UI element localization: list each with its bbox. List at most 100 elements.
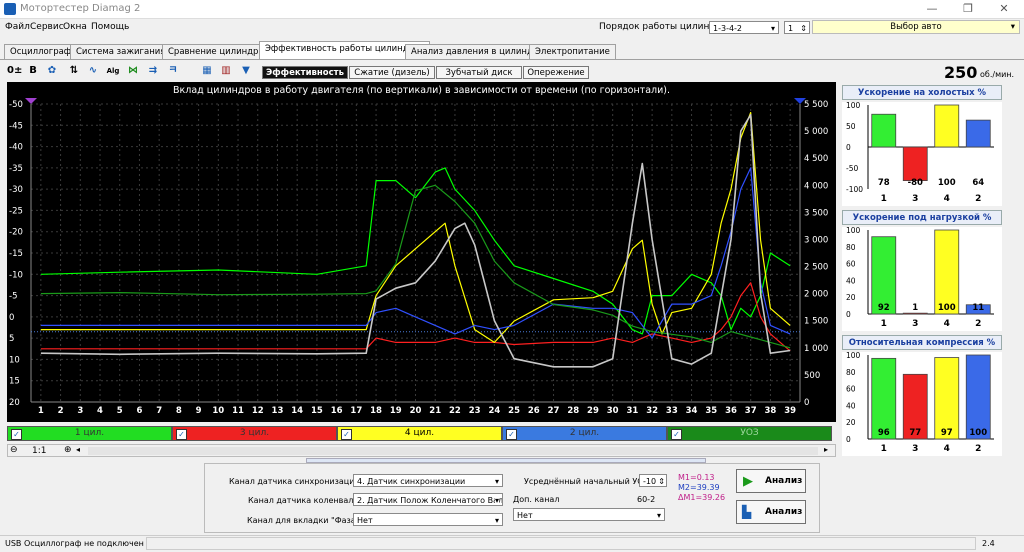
grid-icon[interactable]: ▦	[200, 64, 214, 78]
panel-category-label: 4	[944, 444, 950, 454]
chevron-down-icon: ▾	[494, 477, 499, 486]
analyze-label-2: Анализ	[765, 507, 803, 517]
cylinder-label: УОЗ	[740, 428, 759, 438]
x-tick-label: 31	[626, 406, 638, 416]
auto-select[interactable]: Выбор авто ▾	[812, 20, 1020, 34]
funnel-icon[interactable]: ▼	[239, 64, 253, 78]
x-tick-label: 36	[725, 406, 737, 416]
zoom-out-icon[interactable]: ⊖	[10, 445, 18, 455]
dop-select[interactable]: Нет ▾	[513, 508, 665, 521]
y-left-tick-label: -40	[9, 143, 23, 153]
horizontal-scrollbar[interactable]	[88, 447, 818, 455]
menu-service[interactable]: Сервис	[30, 22, 64, 32]
crank-value: 2. Датчик Полож Коленчатого Вал	[357, 496, 503, 505]
rpm-unit: об./мин.	[980, 70, 1015, 79]
subtab-compression[interactable]: Сжатие (дизель)	[349, 66, 435, 79]
uoz-label: Усреднённый начальный УОЗ	[524, 477, 649, 486]
graph-icon[interactable]: ∿	[86, 64, 100, 78]
cylinder-toggle[interactable]: ✓ 2 цил.	[502, 426, 667, 441]
fork-icon[interactable]: ㅋ	[166, 64, 180, 78]
menu-file[interactable]: Файл	[5, 22, 30, 32]
analyze-button-1[interactable]: ▶ Анализ	[736, 469, 806, 493]
y-right-tick-label: 5 500	[804, 100, 828, 110]
analyze-button-2[interactable]: ▙ Анализ	[736, 500, 806, 524]
cylinder-toggle[interactable]: ✓ 4 цил.	[337, 426, 502, 441]
subtab-gear-disk[interactable]: Зубчатый диск	[436, 66, 522, 79]
grid-lines	[31, 103, 800, 403]
y-right-tick-label: 4 000	[804, 181, 828, 191]
y-left-tick-label: 10	[9, 355, 20, 365]
panel-y-tick: 0	[846, 435, 851, 444]
tab-ignition[interactable]: Система зажигания	[70, 44, 172, 59]
fraction-icon[interactable]: ⇅	[67, 64, 81, 78]
panel-bar-value: 97	[941, 428, 953, 438]
panel-bar	[902, 312, 928, 315]
x-tick-label: 8	[176, 406, 182, 416]
panel-bar-chart: 100 80 60 40 20 0 96 1 77 3 97 4 100 2	[842, 351, 1002, 456]
cylinder-spinner[interactable]: 1 ⇕	[784, 21, 810, 34]
menu-help[interactable]: Помощь	[91, 22, 129, 32]
scroll-left-icon[interactable]: ◂	[76, 445, 80, 454]
x-tick-label: 33	[666, 406, 678, 416]
zoom-ratio: 1:1	[32, 446, 47, 456]
panel-bar-value: 100	[938, 303, 956, 313]
panel-category-label: 3	[912, 319, 918, 329]
uoz-value: -10	[643, 477, 657, 486]
y-left-tick-label: -50	[9, 100, 23, 110]
subtab-advance[interactable]: Опережение	[523, 66, 589, 79]
cylinder-toggle[interactable]: ✓ 1 цил.	[7, 426, 172, 441]
zero-icon[interactable]: 0±	[7, 64, 22, 78]
panel-category-label: 3	[912, 444, 918, 454]
x-tick-label: 4	[97, 406, 103, 416]
crank-select[interactable]: 2. Датчик Полож Коленчатого Вал ▾	[353, 493, 503, 506]
zoom-in-icon[interactable]: ⊕	[64, 445, 72, 455]
x-tick-label: 11	[232, 406, 244, 416]
tab-oscilloscope[interactable]: Осциллограф	[4, 44, 78, 59]
tab-cylinder-compare[interactable]: Сравнение цилиндров	[162, 44, 275, 59]
cylinder-label: 3 цил.	[239, 428, 270, 438]
panel-category-label: 1	[881, 444, 887, 454]
y-right-tick-label: 5 000	[804, 127, 828, 137]
bars-icon[interactable]: ▥	[219, 64, 233, 78]
alg-icon[interactable]: Alg	[106, 64, 120, 78]
phase-select[interactable]: Нет ▾	[353, 513, 503, 526]
panel-y-tick: 60	[846, 260, 856, 269]
uoz-spinner[interactable]: -10 ⇕	[639, 474, 667, 487]
panel-y-tick: 80	[846, 368, 856, 377]
cylinder-toggle[interactable]: ✓ 3 цил.	[172, 426, 337, 441]
panel-y-tick: 60	[846, 385, 856, 394]
status-field	[146, 537, 976, 550]
close-icon[interactable]: ✕	[986, 0, 1022, 18]
y-right-tick-label: 3 000	[804, 235, 828, 245]
firing-order-select[interactable]: 1-3-4-2 ▾	[709, 21, 779, 34]
y-right-tick-label: 2 000	[804, 290, 828, 300]
app-icon	[4, 3, 16, 15]
sync-select[interactable]: 4. Датчик синхронизации ▾	[353, 474, 503, 487]
x-tick-label: 26	[528, 406, 540, 416]
scroll-right-icon[interactable]: ▸	[824, 445, 828, 454]
axis-labels: 1 2 3 4 5 6 7 8 9 10 11 12 13 14 15 16 17 18 19 20 21 22 23 24 2…	[9, 100, 828, 416]
table-icon[interactable]: ⇉	[146, 64, 160, 78]
rpm-icon[interactable]: ✿	[45, 64, 59, 78]
maximize-icon[interactable]: ❐	[950, 0, 986, 18]
x-tick-label: 39	[784, 406, 796, 416]
panel-bar	[871, 357, 897, 440]
minimize-icon[interactable]: —	[914, 0, 950, 18]
tab-pressure-analysis[interactable]: Анализ давления в цилиндре	[405, 44, 550, 59]
x-tick-label: 12	[252, 406, 264, 416]
panel-bar-value: 78	[878, 178, 890, 188]
panel-category-label: 4	[944, 319, 950, 329]
bold-b-icon[interactable]: B	[26, 64, 40, 78]
menu-windows[interactable]: Окна	[63, 22, 87, 32]
y-right-tick-label: 1 500	[804, 317, 828, 327]
subtab-efficiency[interactable]: Эффективность	[262, 66, 348, 79]
panel-title: Ускорение на холостых %	[842, 85, 1002, 100]
x-tick-label: 5	[117, 406, 123, 416]
y-left-tick-label: -20	[9, 228, 23, 238]
cylinder-toggle[interactable]: ✓ УОЗ	[667, 426, 832, 441]
title-bar: Мотортестер Diamag 2 — ❐ ✕	[0, 0, 1024, 19]
filter-icon[interactable]: ⋈	[126, 64, 140, 78]
tab-power-supply[interactable]: Электропитание	[529, 44, 616, 59]
panel-bar-svg: 100 80 60 40 20 0 96 1 77 3 97 4 100 2	[846, 351, 994, 454]
efficiency-chart[interactable]: Вклад цилиндров в работу двигателя (по в…	[7, 82, 836, 422]
